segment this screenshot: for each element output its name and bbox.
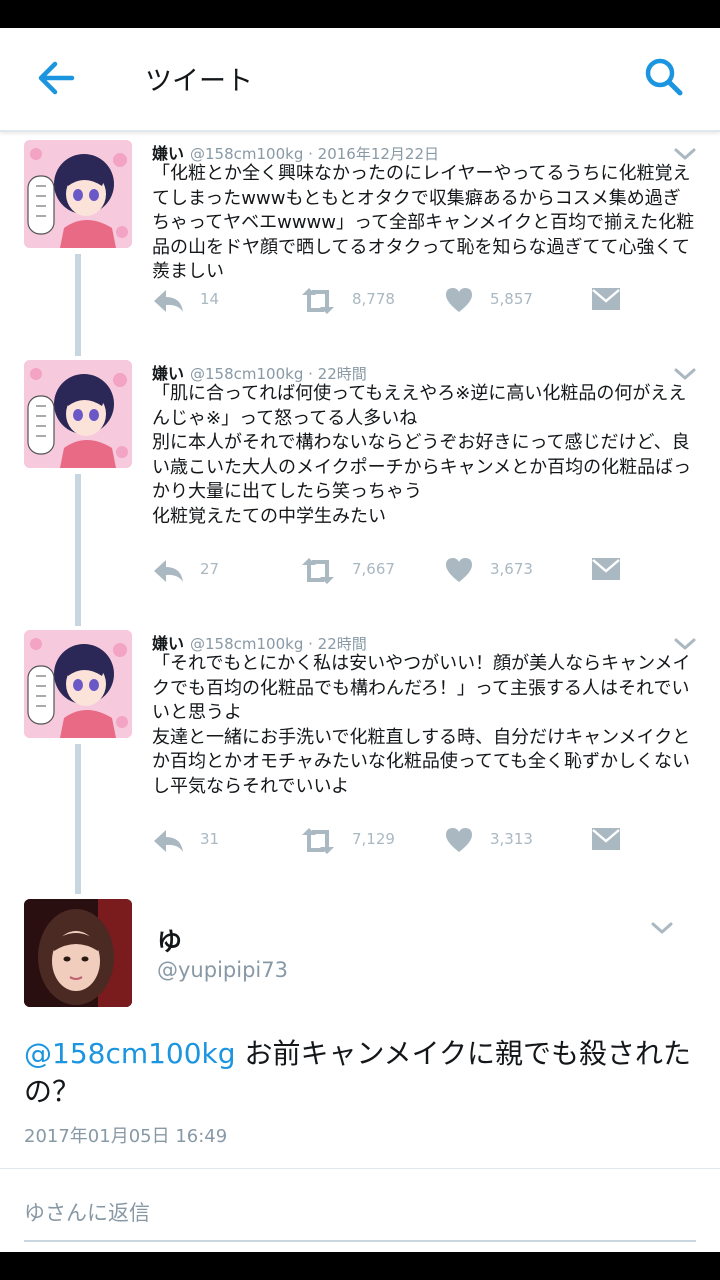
reply-count: 14 xyxy=(200,290,220,308)
thread-tweet[interactable]: 嫌い @158cm100kg · 22時間 「肌に合ってれば何使ってもええやろ※逆… xyxy=(0,360,720,620)
like-button[interactable]: 3,673 xyxy=(444,554,584,588)
system-navigation-bar xyxy=(0,1252,720,1280)
retweet-icon xyxy=(302,288,334,314)
anime-avatar-image xyxy=(24,140,132,248)
chevron-down-icon xyxy=(651,922,673,934)
reply-input[interactable]: ゆさんに返信 xyxy=(24,1197,696,1227)
like-button[interactable]: 3,313 xyxy=(444,824,584,858)
reply-button[interactable]: 14 xyxy=(150,284,250,318)
retweet-icon xyxy=(302,828,334,854)
retweet-button[interactable]: 7,129 xyxy=(298,824,438,858)
reply-count: 31 xyxy=(200,830,220,848)
page-title: ツイート xyxy=(145,66,253,97)
tweet-menu-button[interactable] xyxy=(672,144,698,164)
reply-icon xyxy=(154,290,183,312)
direct-message-icon xyxy=(592,828,620,850)
tweet-text: 「それでもとにかく私は安いやつがいい！顔が美人ならキャンメイクでも百均の化粧品で… xyxy=(152,653,691,797)
like-heart-icon xyxy=(446,288,472,312)
like-heart-icon xyxy=(446,558,472,582)
tweet-menu-button[interactable] xyxy=(649,918,675,938)
retweet-count: 8,778 xyxy=(352,290,395,308)
tweet-actions: 14 8,778 5,857 xyxy=(150,284,630,318)
avatar[interactable] xyxy=(24,899,132,1007)
divider xyxy=(0,1168,720,1169)
like-button[interactable]: 5,857 xyxy=(444,284,584,318)
avatar[interactable] xyxy=(24,360,132,468)
top-navigation-bar: ツイート xyxy=(0,28,720,132)
tweet-actions: 27 7,667 3,673 xyxy=(150,554,630,588)
direct-message-icon xyxy=(592,558,620,580)
display-name: 嫌い xyxy=(152,634,185,653)
like-heart-icon xyxy=(446,828,472,852)
tweet-header: 嫌い @158cm100kg · 22時間 xyxy=(152,634,367,653)
main-tweet-text: @158cm100kg お前キャンメイクに親でも殺されたの？ xyxy=(24,1035,696,1111)
tweet-time: 22時間 xyxy=(317,365,367,383)
display-name: 嫌い xyxy=(152,144,185,163)
tweet-menu-button[interactable] xyxy=(672,634,698,654)
avatar[interactable] xyxy=(24,140,132,248)
reply-button[interactable]: 31 xyxy=(150,824,250,858)
tweet-menu-button[interactable] xyxy=(672,364,698,384)
direct-message-icon xyxy=(592,288,620,310)
tweet-header: 嫌い @158cm100kg · 2016年12月22日 xyxy=(152,144,440,163)
reply-count: 27 xyxy=(200,560,220,578)
anime-avatar-image xyxy=(24,630,132,738)
tweet-time: 22時間 xyxy=(317,635,367,653)
direct-message-button[interactable] xyxy=(590,554,624,588)
back-arrow-icon xyxy=(38,61,75,95)
thread-tweet[interactable]: 嫌い @158cm100kg · 2016年12月22日 「化粧とか全く興味なかっ… xyxy=(0,140,720,340)
user-handle: @yupipipi73 xyxy=(157,958,288,982)
retweet-button[interactable]: 7,667 xyxy=(298,554,438,588)
direct-message-button[interactable] xyxy=(590,824,624,858)
chevron-down-icon xyxy=(674,638,696,650)
reply-icon xyxy=(154,830,183,852)
search-icon xyxy=(645,58,683,96)
chevron-down-icon xyxy=(674,368,696,380)
display-name: ゆ xyxy=(157,927,183,956)
retweet-button[interactable]: 8,778 xyxy=(298,284,438,318)
status-bar xyxy=(0,0,720,28)
profile-photo-image xyxy=(24,899,132,1007)
direct-message-button[interactable] xyxy=(590,284,624,318)
anime-avatar-image xyxy=(24,360,132,468)
tweet-text: 「肌に合ってれば何使ってもええやろ※逆に高い化粧品の何がええんじゃ※」って怒って… xyxy=(152,383,692,527)
retweet-count: 7,129 xyxy=(352,830,395,848)
search-button[interactable] xyxy=(636,50,692,106)
tweet-actions: 31 7,129 3,313 xyxy=(150,824,630,858)
mention-link[interactable]: @158cm100kg xyxy=(24,1037,236,1070)
tweet-header: 嫌い @158cm100kg · 22時間 xyxy=(152,364,367,383)
reply-icon xyxy=(154,560,183,582)
like-count: 5,857 xyxy=(490,290,533,308)
like-count: 3,673 xyxy=(490,560,533,578)
back-button[interactable] xyxy=(28,52,84,104)
user-handle: @158cm100kg xyxy=(190,145,304,163)
tweet-time: 2016年12月22日 xyxy=(317,145,440,163)
reply-button[interactable]: 27 xyxy=(150,554,250,588)
display-name: 嫌い xyxy=(152,364,185,383)
user-handle: @158cm100kg xyxy=(190,365,304,383)
reply-input-underline xyxy=(24,1240,696,1242)
tweet-timestamp: 2017年01月05日 16:49 xyxy=(24,1126,228,1147)
like-count: 3,313 xyxy=(490,830,533,848)
thread-tweet[interactable]: 嫌い @158cm100kg · 22時間 「それでもとにかく私は安いやつがいい！… xyxy=(0,630,720,890)
avatar[interactable] xyxy=(24,630,132,738)
chevron-down-icon xyxy=(674,148,696,160)
retweet-count: 7,667 xyxy=(352,560,395,578)
tweet-text: 「化粧とか全く興味なかったのにレイヤーやってるうちに化粧覚えてしまったwwwもと… xyxy=(152,163,695,283)
user-handle: @158cm100kg xyxy=(190,635,304,653)
retweet-icon xyxy=(302,558,334,584)
